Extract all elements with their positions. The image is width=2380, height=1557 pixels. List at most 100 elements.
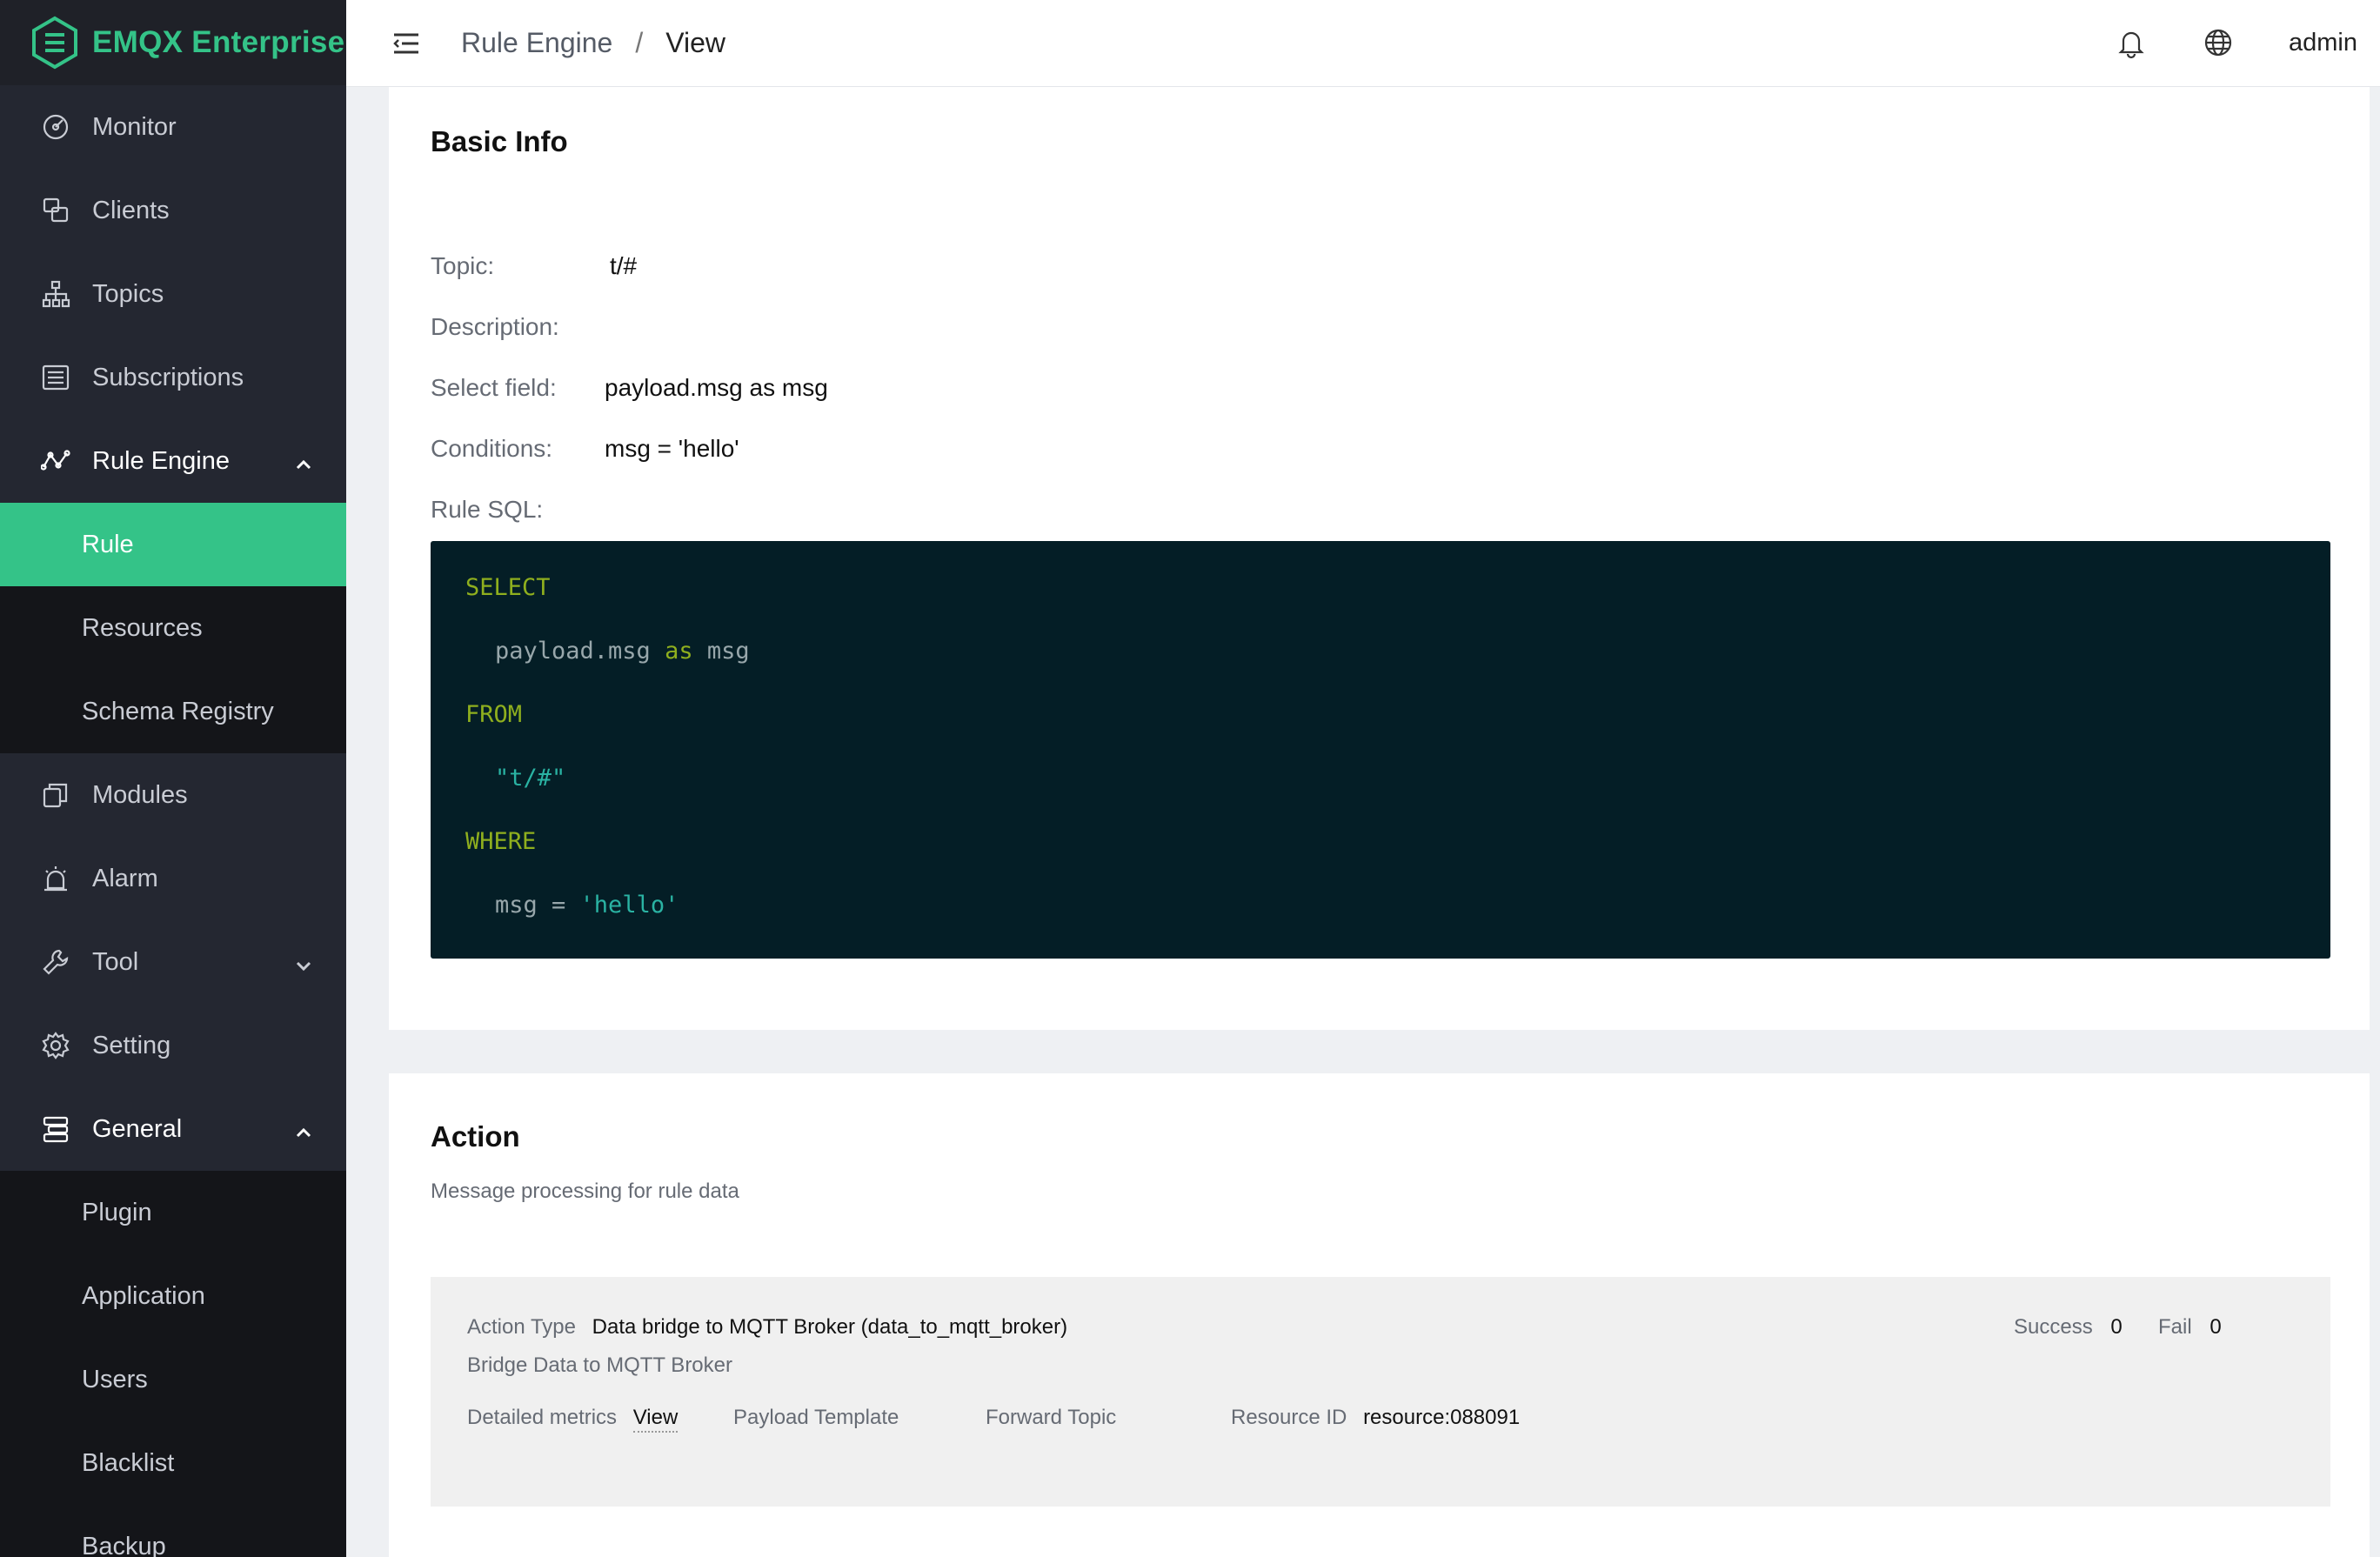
sidebar-item-schema-registry[interactable]: Schema Registry: [0, 670, 346, 753]
sql-line: msg = 'hello': [495, 892, 679, 919]
dashboard-gauge-icon: [40, 111, 71, 143]
sidebar-item-backup[interactable]: Backup: [0, 1505, 346, 1557]
sidebar-item-label: Rule Engine: [92, 446, 230, 475]
sql-line: "t/#": [495, 765, 565, 792]
rule-engine-icon: [40, 445, 71, 477]
sidebar-item-rule-engine[interactable]: Rule Engine: [0, 419, 346, 503]
breadcrumb-separator: /: [635, 27, 644, 58]
sidebar-item-users[interactable]: Users: [0, 1338, 346, 1421]
emqx-logo-icon: [32, 16, 77, 70]
bell-icon[interactable]: [2115, 26, 2149, 61]
action-card: Action Message processing for rule data …: [389, 1073, 2370, 1557]
general-submenu: Plugin Application Users Blacklist Backu…: [0, 1171, 346, 1557]
forward-topic-label: Forward Topic: [986, 1406, 1117, 1429]
basic-info-title: Basic Info: [431, 125, 568, 157]
sql-string: "t/#": [495, 765, 566, 792]
description-row: Description:: [431, 313, 605, 341]
gear-icon: [40, 1030, 71, 1061]
sidebar-item-modules[interactable]: Modules: [0, 753, 346, 837]
conditions-label: Conditions:: [431, 435, 553, 462]
sql-string: 'hello': [579, 892, 679, 919]
sidebar-item-application[interactable]: Application: [0, 1254, 346, 1338]
sql-field: payload.msg: [495, 638, 651, 665]
sidebar-item-label: Setting: [92, 1031, 171, 1059]
sidebar-item-tool[interactable]: Tool: [0, 920, 346, 1004]
action-title: Action: [431, 1120, 520, 1153]
sidebar-item-label: Alarm: [92, 864, 158, 892]
sql-line: WHERE: [465, 828, 536, 855]
breadcrumb-rule-engine[interactable]: Rule Engine: [461, 27, 612, 59]
topic-row: Topic: t/#: [431, 252, 637, 280]
sidebar-item-label: Tool: [92, 947, 139, 976]
sql-line: FROM: [465, 701, 522, 728]
sql-line: SELECT: [465, 574, 551, 601]
sidebar-item-monitor[interactable]: Monitor: [0, 85, 346, 169]
sql-keyword: as: [665, 638, 693, 665]
sidebar-item-label: Monitor: [92, 112, 177, 141]
success-label: Success: [2014, 1315, 2093, 1339]
sidebar-item-alarm[interactable]: Alarm: [0, 837, 346, 920]
sidebar-item-clients[interactable]: Clients: [0, 169, 346, 252]
menu-toggle-icon[interactable]: [391, 29, 421, 58]
rule-sql-label: Rule SQL:: [431, 496, 544, 523]
globe-icon[interactable]: [2202, 26, 2236, 61]
detailed-metrics-label: Detailed metrics: [467, 1406, 618, 1429]
resource-id: Resource ID resource:088091: [1231, 1406, 1520, 1430]
topic-value: t/#: [610, 252, 638, 279]
sidebar-item-resources[interactable]: Resources: [0, 586, 346, 670]
top-header: Rule Engine / View admin: [346, 0, 2380, 87]
action-item: Action Type Data bridge to MQTT Broker (…: [431, 1277, 2330, 1507]
sidebar-item-label: General: [92, 1114, 183, 1143]
sql-alias: msg: [706, 638, 750, 665]
action-type-value: Data bridge to MQTT Broker (data_to_mqtt…: [592, 1315, 1068, 1339]
topics-tree-icon: [40, 278, 71, 310]
sql-line: payload.msg as msg: [495, 638, 750, 665]
success-count: Success 0: [2014, 1315, 2123, 1340]
sidebar-item-setting[interactable]: Setting: [0, 1004, 346, 1087]
user-menu[interactable]: admin: [2289, 29, 2357, 57]
breadcrumb-current: View: [665, 27, 726, 58]
payload-template-label: Payload Template: [733, 1406, 899, 1429]
sidebar-item-label: Subscriptions: [92, 363, 244, 391]
sidebar: EMQX Enterprise Monitor Clients Topics S…: [0, 0, 346, 1557]
resource-id-value: resource:088091: [1363, 1406, 1521, 1429]
sidebar-item-general[interactable]: General: [0, 1087, 346, 1171]
basic-info-card: Basic Info Topic: t/# Description: Selec…: [389, 87, 2370, 1030]
select-field-label: Select field:: [431, 374, 557, 401]
clients-icon: [40, 195, 71, 226]
sidebar-item-rule[interactable]: Rule: [0, 503, 346, 586]
sidebar-item-label: Clients: [92, 196, 170, 224]
sidebar-item-subscriptions[interactable]: Subscriptions: [0, 336, 346, 419]
action-type: Action Type Data bridge to MQTT Broker (…: [467, 1315, 1067, 1340]
detailed-metrics: Detailed metrics View: [467, 1406, 679, 1433]
sidebar-item-topics[interactable]: Topics: [0, 252, 346, 336]
tool-icon: [40, 946, 71, 978]
sql-condition: msg =: [495, 892, 566, 919]
fail-label: Fail: [2158, 1315, 2192, 1339]
success-value: 0: [2110, 1315, 2123, 1339]
general-icon: [40, 1113, 71, 1145]
rule-sql-row: Rule SQL:: [431, 496, 605, 524]
select-field-row: Select field: payload.msg as msg: [431, 374, 828, 402]
rule-engine-submenu: Rule Resources Schema Registry: [0, 503, 346, 753]
conditions-value: msg = 'hello': [605, 435, 739, 462]
brand[interactable]: EMQX Enterprise: [0, 0, 346, 85]
header-actions: admin: [2115, 26, 2357, 61]
action-subtitle: Message processing for rule data: [431, 1179, 739, 1203]
select-field-value: payload.msg as msg: [605, 374, 828, 401]
sidebar-item-blacklist[interactable]: Blacklist: [0, 1421, 346, 1505]
action-type-description: Bridge Data to MQTT Broker: [467, 1353, 732, 1377]
sidebar-item-plugin[interactable]: Plugin: [0, 1171, 346, 1254]
brand-name: EMQX Enterprise: [92, 25, 345, 59]
breadcrumb: Rule Engine / View: [461, 27, 725, 59]
topic-label: Topic:: [431, 252, 495, 279]
metrics-view-link[interactable]: View: [632, 1406, 679, 1433]
alarm-icon: [40, 863, 71, 894]
description-label: Description:: [431, 313, 559, 340]
sql-keyword: FROM: [465, 701, 523, 728]
sql-keyword: WHERE: [465, 828, 537, 855]
chevron-up-icon: [294, 452, 313, 471]
modules-icon: [40, 779, 71, 811]
chevron-down-icon: [294, 953, 313, 972]
fail-value: 0: [2210, 1315, 2222, 1339]
